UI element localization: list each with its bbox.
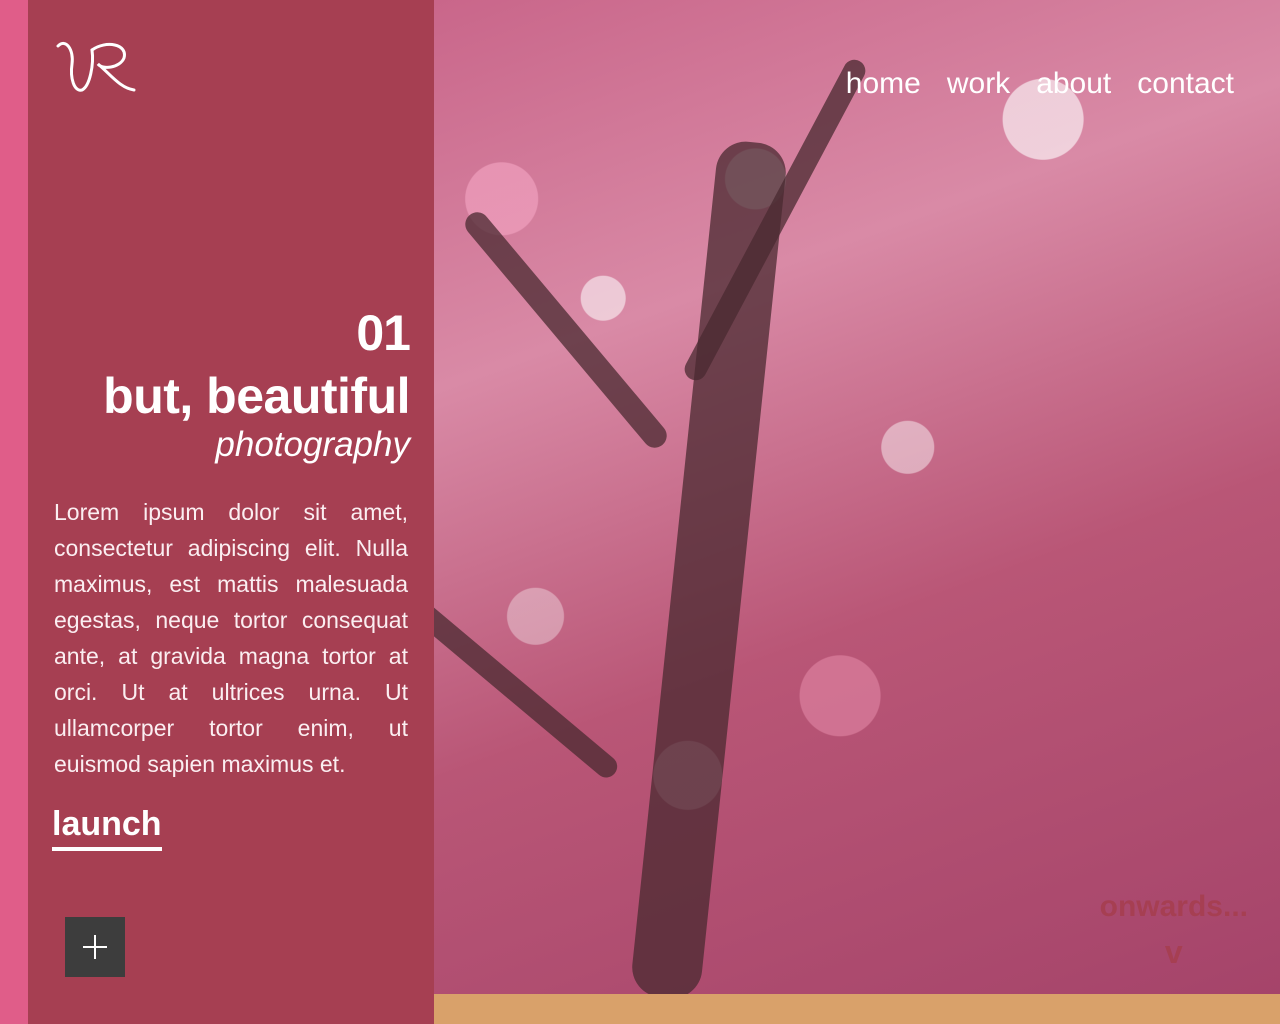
- nav-work[interactable]: work: [947, 66, 1010, 102]
- launch-link[interactable]: launch: [52, 805, 162, 851]
- footer-bar: [434, 994, 1280, 1024]
- feature-subtitle: photography: [215, 425, 410, 464]
- expand-button[interactable]: [65, 917, 125, 977]
- feature-description: Lorem ipsum dolor sit amet, consectetur …: [54, 499, 408, 777]
- scroll-hint[interactable]: onwards... v: [1100, 888, 1248, 972]
- nav-contact[interactable]: contact: [1137, 66, 1234, 102]
- accent-strip: [0, 0, 28, 1024]
- chevron-down-icon: v: [1164, 934, 1183, 970]
- feature-number: 01: [356, 305, 411, 361]
- plus-icon: [65, 917, 125, 977]
- nav-home[interactable]: home: [846, 66, 921, 102]
- feature-title: but, beautiful: [103, 368, 410, 424]
- nav-about[interactable]: about: [1036, 66, 1111, 102]
- side-panel: 01 but, beautiful photography Lorem ipsu…: [28, 0, 434, 1024]
- scroll-hint-label: onwards...: [1099, 890, 1248, 923]
- main-nav: home work about contact: [846, 66, 1234, 102]
- vr-logo[interactable]: [54, 34, 138, 100]
- hero-photo: home work about contact onwards... v: [434, 0, 1280, 994]
